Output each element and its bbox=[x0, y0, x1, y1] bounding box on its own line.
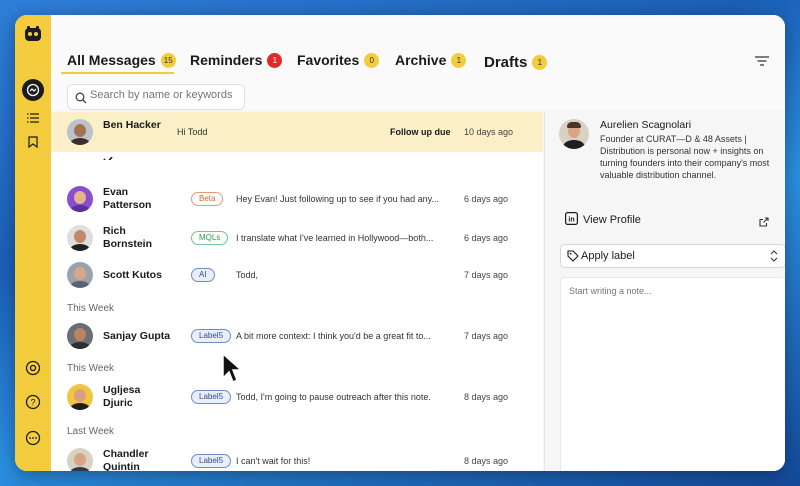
svg-text:in: in bbox=[568, 217, 574, 224]
list-item[interactable]: Chandler Quintin Label5 I can't wait for… bbox=[51, 441, 543, 471]
contact-name: Ugljesa Djuric bbox=[103, 384, 141, 409]
avatar bbox=[67, 225, 93, 251]
tag-icon bbox=[567, 250, 579, 265]
main-area: All Messages 15 Reminders 1 Favorites 0 … bbox=[51, 15, 785, 471]
search-icon bbox=[75, 91, 87, 109]
section-header: This Week bbox=[67, 303, 115, 314]
profile-panel: Aurelien Scagnolari Founder at CURAT—D &… bbox=[544, 112, 785, 471]
messages-icon[interactable] bbox=[22, 79, 44, 101]
linkedin-icon: in bbox=[565, 212, 579, 228]
section-header: Last Week bbox=[67, 426, 115, 437]
message-preview: Todd, I'm going to pause outreach after … bbox=[236, 392, 431, 402]
contact-name: Scott Kutos bbox=[103, 269, 162, 281]
follow-up-status: Follow up due bbox=[390, 127, 451, 137]
contact-name: Ben Hacker bbox=[103, 119, 161, 131]
avatar bbox=[559, 119, 589, 149]
apply-label-text: Apply label bbox=[581, 250, 635, 262]
list-icon[interactable] bbox=[22, 107, 44, 129]
label-badge[interactable]: AI bbox=[191, 268, 215, 282]
external-link-icon[interactable] bbox=[759, 214, 769, 232]
left-rail: ? bbox=[15, 15, 51, 471]
contact-name: Sanjay Gupta bbox=[103, 330, 171, 342]
contact-name: Rich Bornstein bbox=[103, 225, 153, 250]
avatar bbox=[67, 384, 93, 410]
message-preview: I can't wait for this! bbox=[236, 456, 311, 466]
app-window: ? All Messages 15 Reminders 1 Favorites … bbox=[15, 15, 785, 471]
chrome-icon[interactable] bbox=[22, 357, 44, 379]
message-preview: I translate what I've learned in Hollywo… bbox=[236, 233, 434, 243]
tab-archive[interactable]: Archive 1 bbox=[395, 52, 467, 68]
message-preview: Hey Evan! Just following up to see if yo… bbox=[236, 194, 439, 204]
list-item[interactable]: Ugljesa Djuric Label5 Todd, I'm going to… bbox=[51, 377, 543, 417]
avatar bbox=[67, 323, 93, 349]
message-preview: Todd, bbox=[236, 270, 259, 280]
timestamp: 6 days ago bbox=[464, 194, 509, 204]
tab-label: All Messages bbox=[67, 52, 156, 68]
active-tab-indicator bbox=[61, 72, 174, 74]
help-icon[interactable]: ? bbox=[22, 391, 44, 413]
avatar bbox=[67, 262, 93, 288]
timestamp: 7 days ago bbox=[464, 331, 509, 341]
contact-name: Evan Patterson bbox=[103, 186, 152, 211]
logo-icon[interactable] bbox=[22, 23, 44, 45]
profile-name: Aurelien Scagnolari bbox=[600, 119, 692, 131]
svg-text:?: ? bbox=[30, 398, 35, 408]
avatar bbox=[67, 186, 93, 212]
timestamp: 8 days ago bbox=[464, 392, 509, 402]
count-badge: 15 bbox=[160, 52, 176, 68]
label-badge[interactable]: MQLs bbox=[191, 231, 229, 245]
section-header: This Week bbox=[67, 363, 115, 374]
view-profile-label: View Profile bbox=[583, 214, 641, 226]
contact-name: Chandler Quintin bbox=[103, 448, 149, 471]
chat-bubble-icon[interactable] bbox=[22, 427, 44, 449]
apply-label-select[interactable]: Apply label bbox=[560, 244, 785, 268]
count-badge: 0 bbox=[364, 52, 380, 68]
label-badge[interactable]: Label5 bbox=[191, 390, 232, 404]
tab-label: Archive bbox=[395, 52, 447, 68]
filter-icon[interactable] bbox=[755, 53, 769, 71]
profile-bio: Founder at CURAT—D & 48 Assets | Distrib… bbox=[600, 134, 770, 180]
list-item[interactable]: Sanjay Gupta Label5 A bit more context: … bbox=[51, 316, 543, 356]
list-item[interactable]: Ben Hacker Hi Todd Follow up due 10 days… bbox=[51, 112, 543, 152]
tab-label: Drafts bbox=[484, 54, 528, 71]
tab-favorites[interactable]: Favorites 0 bbox=[297, 52, 380, 68]
tab-drafts[interactable]: Drafts 1 bbox=[484, 54, 548, 71]
count-badge: 1 bbox=[532, 55, 548, 70]
count-badge: 1 bbox=[451, 52, 467, 68]
label-badge[interactable]: Beta bbox=[191, 192, 224, 206]
search-input[interactable] bbox=[90, 89, 240, 101]
timestamp: 8 days ago bbox=[464, 456, 509, 466]
list-item[interactable]: Rich Bornstein MQLs I translate what I'v… bbox=[51, 218, 543, 258]
tab-all-messages[interactable]: All Messages 15 bbox=[67, 52, 176, 68]
tab-reminders[interactable]: Reminders 1 bbox=[190, 52, 283, 68]
label-badge[interactable]: Label5 bbox=[191, 454, 232, 468]
view-profile-link[interactable]: in View Profile bbox=[565, 212, 641, 228]
label-badge[interactable]: Label5 bbox=[191, 329, 232, 343]
avatar bbox=[67, 448, 93, 471]
message-preview: Hi Todd bbox=[177, 127, 208, 137]
tab-bar: All Messages 15 Reminders 1 Favorites 0 … bbox=[51, 15, 785, 110]
timestamp: 7 days ago bbox=[464, 270, 509, 280]
tab-label: Favorites bbox=[297, 52, 360, 68]
message-preview: A bit more context: I think you'd be a g… bbox=[236, 331, 431, 341]
avatar bbox=[67, 119, 93, 145]
list-item[interactable]: Evan Patterson Beta Hey Evan! Just follo… bbox=[51, 179, 543, 219]
list-item[interactable]: Scott Kutos AI Todd, 7 days ago bbox=[51, 255, 543, 295]
search-box[interactable] bbox=[67, 84, 245, 110]
note-textarea[interactable] bbox=[560, 277, 785, 471]
timestamp: 6 days ago bbox=[464, 233, 509, 243]
mouse-cursor-icon bbox=[221, 352, 243, 389]
bookmark-icon[interactable] bbox=[22, 131, 44, 153]
timestamp: 10 days ago bbox=[464, 127, 514, 137]
chevron-up-down-icon bbox=[770, 250, 778, 265]
overflow-checkmark bbox=[103, 152, 113, 160]
tab-label: Reminders bbox=[190, 52, 263, 68]
message-list: Ben Hacker Hi Todd Follow up due 10 days… bbox=[51, 112, 543, 471]
count-badge: 1 bbox=[267, 52, 283, 68]
